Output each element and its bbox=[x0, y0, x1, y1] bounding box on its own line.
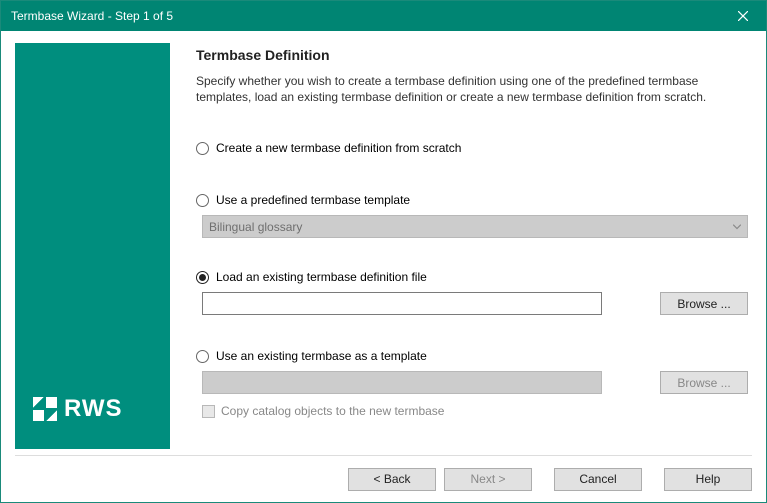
existing-browse-button: Browse ... bbox=[660, 371, 748, 394]
radio-predefined[interactable] bbox=[196, 194, 209, 207]
template-select-value: Bilingual glossary bbox=[209, 220, 302, 234]
option-load-label: Load an existing termbase definition fil… bbox=[216, 270, 427, 284]
load-browse-button[interactable]: Browse ... bbox=[660, 292, 748, 315]
load-row: Browse ... bbox=[196, 292, 748, 315]
rws-logo: RWS bbox=[33, 389, 160, 429]
chevron-down-icon bbox=[733, 224, 741, 229]
rws-logo-mark bbox=[33, 397, 57, 421]
option-predefined-group: Use a predefined termbase template Bilin… bbox=[196, 193, 748, 238]
page-heading: Termbase Definition bbox=[196, 47, 748, 63]
radio-load[interactable] bbox=[196, 271, 209, 284]
option-create-label: Create a new termbase definition from sc… bbox=[216, 141, 461, 155]
option-predefined-label: Use a predefined termbase template bbox=[216, 193, 410, 207]
copy-catalog-row: Copy catalog objects to the new termbase bbox=[196, 404, 748, 418]
option-predefined[interactable]: Use a predefined termbase template bbox=[196, 193, 748, 207]
help-button[interactable]: Help bbox=[664, 468, 752, 491]
cancel-button[interactable]: Cancel bbox=[554, 468, 642, 491]
predefined-row: Bilingual glossary bbox=[196, 215, 748, 238]
existing-row: Browse ... bbox=[196, 371, 748, 394]
radio-existing[interactable] bbox=[196, 350, 209, 363]
next-button: Next > bbox=[444, 468, 532, 491]
option-create[interactable]: Create a new termbase definition from sc… bbox=[196, 141, 748, 155]
wizard-window: Termbase Wizard - Step 1 of 5 RWS Termba… bbox=[0, 0, 767, 503]
close-icon bbox=[738, 11, 748, 21]
window-title: Termbase Wizard - Step 1 of 5 bbox=[11, 9, 720, 23]
main-panel: Termbase Definition Specify whether you … bbox=[196, 43, 752, 449]
option-existing-group: Use an existing termbase as a template B… bbox=[196, 349, 748, 418]
close-button[interactable] bbox=[720, 1, 766, 31]
back-button[interactable]: < Back bbox=[348, 468, 436, 491]
copy-catalog-checkbox bbox=[202, 405, 215, 418]
rws-logo-text: RWS bbox=[64, 395, 123, 423]
body: RWS Termbase Definition Specify whether … bbox=[1, 31, 766, 455]
option-existing[interactable]: Use an existing termbase as a template bbox=[196, 349, 748, 363]
template-select: Bilingual glossary bbox=[202, 215, 748, 238]
existing-file-input bbox=[202, 371, 602, 394]
option-load[interactable]: Load an existing termbase definition fil… bbox=[196, 270, 748, 284]
option-load-group: Load an existing termbase definition fil… bbox=[196, 270, 748, 315]
page-description: Specify whether you wish to create a ter… bbox=[196, 73, 748, 105]
radio-create[interactable] bbox=[196, 142, 209, 155]
sidebar-banner: RWS bbox=[15, 43, 170, 449]
option-existing-label: Use an existing termbase as a template bbox=[216, 349, 427, 363]
option-create-group: Create a new termbase definition from sc… bbox=[196, 141, 748, 157]
footer: < Back Next > Cancel Help bbox=[1, 456, 766, 502]
copy-catalog-label: Copy catalog objects to the new termbase bbox=[221, 404, 444, 418]
load-file-input[interactable] bbox=[202, 292, 602, 315]
titlebar: Termbase Wizard - Step 1 of 5 bbox=[1, 1, 766, 31]
